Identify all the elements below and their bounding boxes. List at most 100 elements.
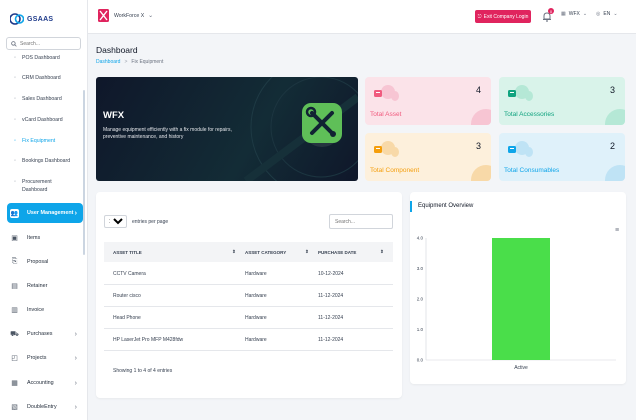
table-row[interactable]: Head Phone Hardware 11-12-2024 — [104, 307, 393, 329]
sidebar-scrollbar[interactable] — [83, 90, 85, 255]
bullet-icon: ◦ — [14, 179, 17, 185]
chevron-down-icon: ⌄ — [148, 13, 154, 19]
sidebar-item-label: Items — [27, 235, 41, 241]
page-title: Dashboard — [96, 45, 138, 55]
bullet-icon: ◦ — [14, 158, 17, 164]
column-asset-title[interactable]: ASSET TITLE — [113, 250, 142, 255]
sidebar-item-retainer[interactable]: ▤ Retainer — [7, 276, 83, 296]
equipment-overview-chart: 0.0 1.0 2.0 3.0 4.0 Active — [417, 236, 616, 371]
stat-card-total-component[interactable]: 3 Total Component — [365, 133, 491, 181]
bar[interactable] — [492, 238, 550, 360]
company-selector[interactable]: ▦ WFX ⌄ — [561, 11, 587, 17]
sidebar-subitem[interactable]: ◦ Fix Equipment — [14, 137, 82, 145]
sidebar-subitem-label: Procurement Dashboard — [22, 179, 52, 193]
bullet-icon: ◦ — [14, 96, 17, 102]
users-icon: 👥 — [10, 208, 19, 218]
sidebar-item-label: Invoice — [27, 307, 45, 313]
brand-name: GSAAS — [27, 15, 54, 23]
stat-label: Total Component — [370, 167, 420, 174]
y-tick-label: 1.0 — [417, 327, 424, 332]
sort-icon[interactable]: ⇕ — [380, 249, 384, 255]
sidebar-subitem-label: vCard Dashboard — [22, 117, 63, 123]
sidebar-item-label: Accounting — [27, 380, 54, 386]
stat-card-total-asset[interactable]: 4 Total Asset — [365, 77, 491, 125]
consumables-icon — [508, 146, 516, 153]
double-entry-icon: ▧ — [11, 404, 18, 411]
sidebar-subitem[interactable]: ◦ vCard Dashboard — [14, 116, 82, 124]
sidebar-subitem-label: Sales Dashboard — [22, 96, 62, 102]
sidebar-item-label: DoubleEntry — [27, 404, 57, 410]
language-selector[interactable]: ◎ EN ⌄ — [596, 11, 618, 17]
language-label: EN — [603, 11, 611, 17]
component-icon — [374, 146, 382, 153]
table-cell: Hardware — [245, 271, 267, 277]
stat-label: Total Accessories — [504, 111, 555, 118]
decorative-blob — [391, 147, 399, 157]
breadcrumb: Dashboard > Fix Equipment — [96, 59, 163, 65]
proposal-icon: ⎘ — [11, 258, 18, 265]
projects-icon: ◰ — [11, 355, 18, 362]
sort-icon[interactable]: ⇕ — [305, 249, 309, 255]
sidebar-search-input[interactable] — [20, 40, 80, 47]
company-selector-label: WFX — [568, 11, 580, 17]
column-purchase-date[interactable]: PURCHASE DATE — [318, 250, 356, 255]
workspace-logo-icon — [98, 9, 109, 22]
logout-icon: ⎋ — [477, 13, 482, 20]
page-size-select[interactable]: 10 — [104, 215, 127, 228]
sidebar-item-purchases[interactable]: ⛟ Purchases › — [7, 324, 83, 344]
y-tick-label: 0.0 — [417, 358, 424, 363]
workspace-name: WorkForce X — [114, 12, 145, 19]
table-cell: 11-12-2024 — [318, 315, 344, 321]
brand-logo[interactable]: GSAAS — [10, 10, 53, 28]
x-tick-label: Active — [514, 365, 528, 371]
sidebar-item-projects[interactable]: ◰ Projects › — [7, 348, 83, 368]
search-icon — [11, 40, 17, 47]
column-asset-category[interactable]: ASSET CATEGORY — [245, 250, 286, 255]
breadcrumb-dashboard[interactable]: Dashboard — [96, 59, 120, 65]
sidebar-item-doubleentry[interactable]: ▧ DoubleEntry › — [7, 397, 83, 417]
stat-value: 3 — [609, 85, 615, 95]
sidebar-subitem[interactable]: ◦ Sales Dashboard — [14, 95, 82, 103]
breadcrumb-current: Fix Equipment — [131, 59, 164, 65]
bullet-icon: ◦ — [14, 55, 17, 61]
sidebar-subitem[interactable]: ◦ POS Dashboard — [14, 54, 82, 62]
decorative-blob — [525, 91, 533, 101]
column-asset-category-label: ASSET CATEGORY — [245, 249, 287, 255]
asset-icon — [374, 90, 382, 97]
table-row[interactable]: CCTV Camera Hardware 10-12-2024 — [104, 263, 393, 285]
sidebar-item-proposal[interactable]: ⎘ Proposal — [7, 252, 83, 272]
stat-value: 3 — [475, 141, 481, 151]
table-cell: Head Phone — [113, 315, 141, 321]
sidebar-subitem[interactable]: ◦ CRM Dashboard — [14, 74, 82, 82]
retainer-icon: ▤ — [11, 283, 18, 290]
exit-company-login-button[interactable]: ⎋ Exit Company Login — [475, 10, 531, 23]
sidebar-item-accounting[interactable]: ▦ Accounting › — [7, 373, 83, 393]
table-search-input[interactable] — [329, 214, 393, 229]
chevron-down-icon: ⌄ — [613, 11, 618, 17]
hero-title: WFX — [103, 110, 125, 121]
logo-icon — [10, 13, 24, 25]
sidebar: GSAAS ◦ POS Dashboard ◦ CRM Dashboard ◦ Sales… — [0, 0, 88, 420]
sidebar-subitem[interactable]: ◦ Bookings Dashboard — [14, 157, 82, 165]
stat-card-total-consumables[interactable]: 2 Total Consumables — [499, 133, 625, 181]
stat-card-total-accessories[interactable]: 3 Total Accessories — [499, 77, 625, 125]
y-tick-label: 3.0 — [417, 266, 424, 271]
sidebar-subitem[interactable]: ◦ Procurement Dashboard — [14, 178, 82, 194]
workspace-selector[interactable]: WorkForce X ⌄ — [98, 9, 153, 22]
sidebar-item-invoice[interactable]: ▥ Invoice — [7, 300, 83, 320]
sidebar-subitem-label: POS Dashboard — [22, 55, 60, 61]
chevron-right-icon: › — [74, 209, 77, 217]
chevron-right-icon: › — [74, 379, 77, 387]
bullet-icon: ◦ — [14, 138, 17, 144]
sidebar-search[interactable] — [6, 37, 81, 50]
breadcrumb-separator: > — [124, 59, 128, 65]
stat-value: 4 — [475, 85, 481, 95]
table-row[interactable]: Router cisco Hardware 11-12-2024 — [104, 285, 393, 307]
sidebar-item-label: Proposal — [27, 259, 49, 265]
table-cell: Hardware — [245, 337, 267, 343]
sort-icon[interactable]: ⇕ — [232, 249, 236, 255]
table-row[interactable]: HP LaserJet Pro MFP M428fdw Hardware 11-12… — [104, 329, 393, 351]
sidebar-item-user-management[interactable]: 👥 User Management › — [7, 203, 83, 223]
sidebar-item-items[interactable]: ▣ Items — [7, 228, 83, 248]
table-cell: CCTV Camera — [113, 271, 146, 277]
